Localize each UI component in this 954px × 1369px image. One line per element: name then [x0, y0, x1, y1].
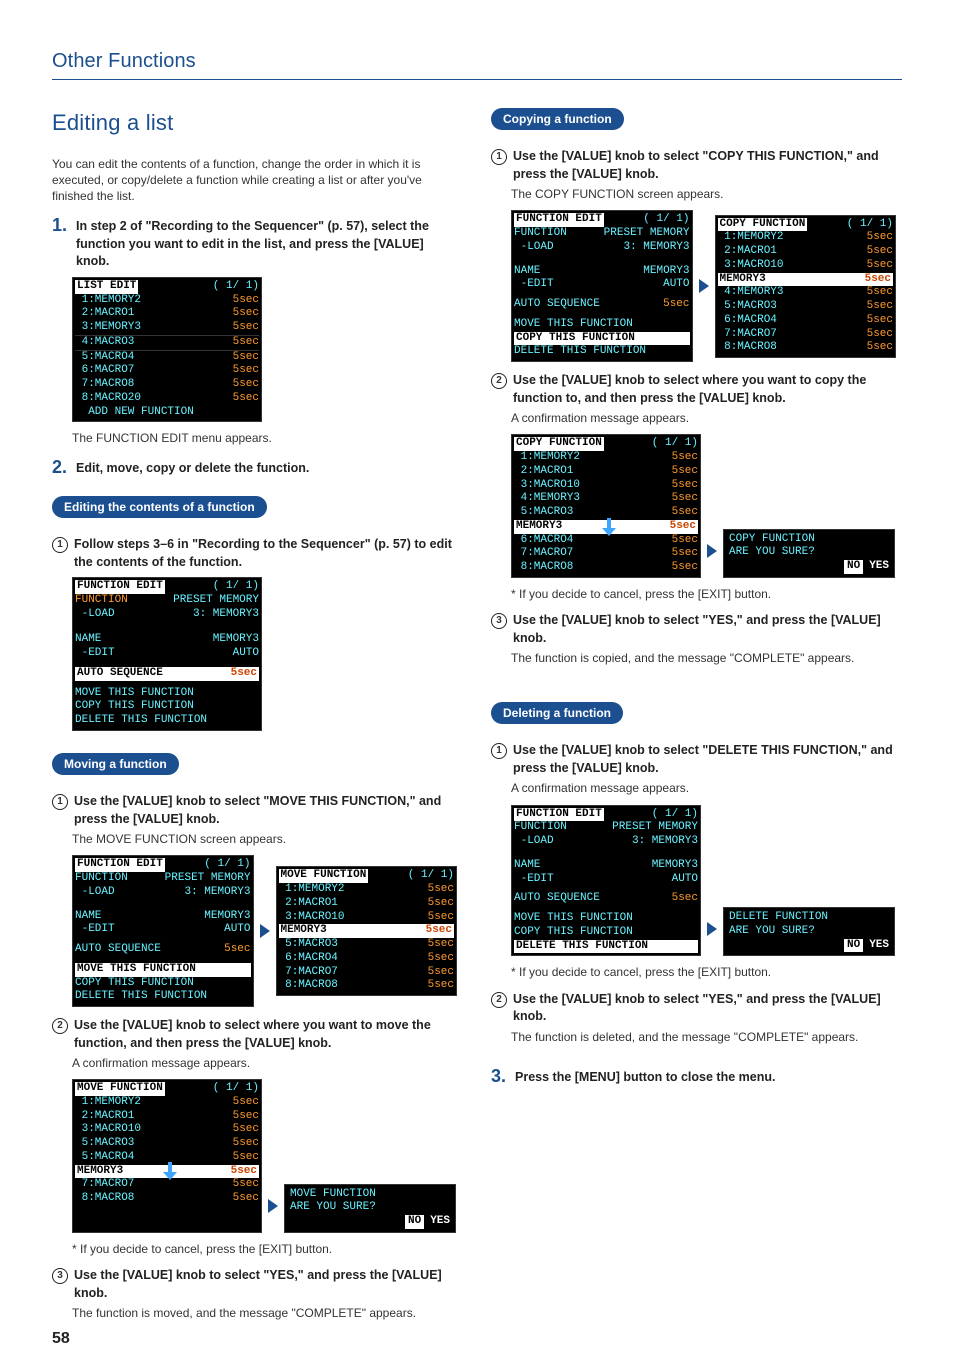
substep-result: The function is copied, and the message … — [511, 650, 896, 666]
substep-text: Use the [VALUE] knob to select where you… — [513, 372, 896, 407]
footnote: * If you decide to cancel, press the [EX… — [511, 964, 896, 980]
substep-result: A confirmation message appears. — [511, 410, 896, 426]
circled-number-icon: 2 — [52, 1018, 68, 1034]
substep-move-1: 1 Use the [VALUE] knob to select "MOVE T… — [52, 793, 457, 828]
lcd-delete-confirm-dialog: DELETE FUNCTION ARE YOU SURE? NOYES — [723, 907, 895, 956]
step-2: 2. Edit, move, copy or delete the functi… — [52, 458, 457, 478]
lcd-function-edit-move: FUNCTION EDIT( 1/ 1) FUNCTIONPRESET MEMO… — [72, 855, 254, 1007]
step-result: The FUNCTION EDIT menu appears. — [72, 430, 457, 446]
step-number: 1. — [52, 216, 70, 234]
circled-number-icon: 3 — [491, 613, 507, 629]
substep-move-2: 2 Use the [VALUE] knob to select where y… — [52, 1017, 457, 1052]
substep-text: Use the [VALUE] knob to select "DELETE T… — [513, 742, 896, 777]
subsection-pill-delete: Deleting a function — [491, 702, 623, 724]
lcd-move-dest: MOVE FUNCTION( 1/ 1) 1:MEMORY25sec 2:MAC… — [276, 866, 458, 996]
lcd-copy-dest: COPY FUNCTION( 1/ 1) 1:MEMORY25sec 2:MAC… — [715, 215, 897, 359]
substep-move-3: 3 Use the [VALUE] knob to select "YES," … — [52, 1267, 457, 1302]
footnote: * If you decide to cancel, press the [EX… — [72, 1241, 457, 1257]
footnote: * If you decide to cancel, press the [EX… — [511, 586, 896, 602]
circled-number-icon: 2 — [491, 992, 507, 1008]
intro-text: You can edit the contents of a function,… — [52, 156, 457, 205]
lcd-move-confirm-list: MOVE FUNCTION( 1/ 1) 1:MEMORY25sec 2:MAC… — [72, 1079, 262, 1233]
lcd-copy-confirm-list: COPY FUNCTION( 1/ 1) 1:MEMORY25sec 2:MAC… — [511, 434, 701, 578]
subsection-pill-move: Moving a function — [52, 753, 179, 775]
substep-result: The COPY FUNCTION screen appears. — [511, 186, 896, 202]
substep-text: Follow steps 3–6 in "Recording to the Se… — [74, 536, 457, 571]
arrow-right-icon — [707, 922, 717, 936]
circled-number-icon: 3 — [52, 1268, 68, 1284]
substep-result: The function is deleted, and the message… — [511, 1029, 896, 1045]
substep-result: A confirmation message appears. — [72, 1055, 457, 1071]
substep-text: Use the [VALUE] knob to select "YES," an… — [513, 612, 896, 647]
dot-divider — [52, 142, 457, 146]
substep-copy-3: 3 Use the [VALUE] knob to select "YES," … — [491, 612, 896, 647]
circled-number-icon: 1 — [52, 794, 68, 810]
column-left: Editing a list You can edit the contents… — [52, 108, 457, 1329]
page-number: 58 — [52, 1328, 70, 1350]
arrow-right-icon — [699, 279, 709, 293]
substep-result: The MOVE FUNCTION screen appears. — [72, 831, 457, 847]
arrow-right-icon — [268, 1199, 278, 1213]
subsection-pill-copy: Copying a function — [491, 108, 624, 130]
substep-text: Use the [VALUE] knob to select "YES," an… — [513, 991, 896, 1026]
arrow-right-icon — [707, 544, 717, 558]
substep-copy-1: 1 Use the [VALUE] knob to select "COPY T… — [491, 148, 896, 183]
circled-number-icon: 1 — [491, 743, 507, 759]
lcd-function-edit-delete: FUNCTION EDIT( 1/ 1) FUNCTIONPRESET MEMO… — [511, 805, 701, 957]
step-1: 1. In step 2 of "Recording to the Sequen… — [52, 216, 457, 271]
substep-result: The function is moved, and the message "… — [72, 1305, 457, 1321]
substep-delete-2: 2 Use the [VALUE] knob to select "YES," … — [491, 991, 896, 1026]
lcd-function-edit: FUNCTION EDIT( 1/ 1) FUNCTIONPRESET MEMO… — [72, 577, 262, 731]
lcd-list-edit: LIST EDIT( 1/ 1) 1:MEMORY25sec 2:MACRO15… — [72, 277, 262, 423]
substep-text: Use the [VALUE] knob to select "COPY THI… — [513, 148, 896, 183]
substep-text: Use the [VALUE] knob to select "MOVE THI… — [74, 793, 457, 828]
step-number: 2. — [52, 458, 70, 476]
arrow-right-icon — [260, 924, 270, 938]
substep-edit-1: 1 Follow steps 3–6 in "Recording to the … — [52, 536, 457, 571]
substep-result: A confirmation message appears. — [511, 780, 896, 796]
lcd-move-confirm-dialog: MOVE FUNCTION ARE YOU SURE? NOYES — [284, 1184, 456, 1233]
section-title: Editing a list — [52, 108, 457, 138]
step-3: 3. Press the [MENU] button to close the … — [491, 1067, 896, 1087]
step-number: 3. — [491, 1067, 509, 1085]
substep-text: Use the [VALUE] knob to select "YES," an… — [74, 1267, 457, 1302]
circled-number-icon: 1 — [52, 537, 68, 553]
column-right: Copying a function 1 Use the [VALUE] kno… — [491, 108, 896, 1329]
circled-number-icon: 2 — [491, 373, 507, 389]
divider — [52, 79, 902, 80]
lcd-copy-confirm-dialog: COPY FUNCTION ARE YOU SURE? NOYES — [723, 529, 895, 578]
step-text: Press the [MENU] button to close the men… — [515, 1067, 775, 1087]
lcd-function-edit-copy: FUNCTION EDIT( 1/ 1) FUNCTIONPRESET MEMO… — [511, 210, 693, 362]
substep-copy-2: 2 Use the [VALUE] knob to select where y… — [491, 372, 896, 407]
circled-number-icon: 1 — [491, 149, 507, 165]
substep-delete-1: 1 Use the [VALUE] knob to select "DELETE… — [491, 742, 896, 777]
breadcrumb: Other Functions — [52, 48, 902, 75]
step-text: In step 2 of "Recording to the Sequencer… — [76, 216, 457, 271]
subsection-pill-edit: Editing the contents of a function — [52, 496, 267, 518]
step-text: Edit, move, copy or delete the function. — [76, 458, 309, 478]
substep-text: Use the [VALUE] knob to select where you… — [74, 1017, 457, 1052]
